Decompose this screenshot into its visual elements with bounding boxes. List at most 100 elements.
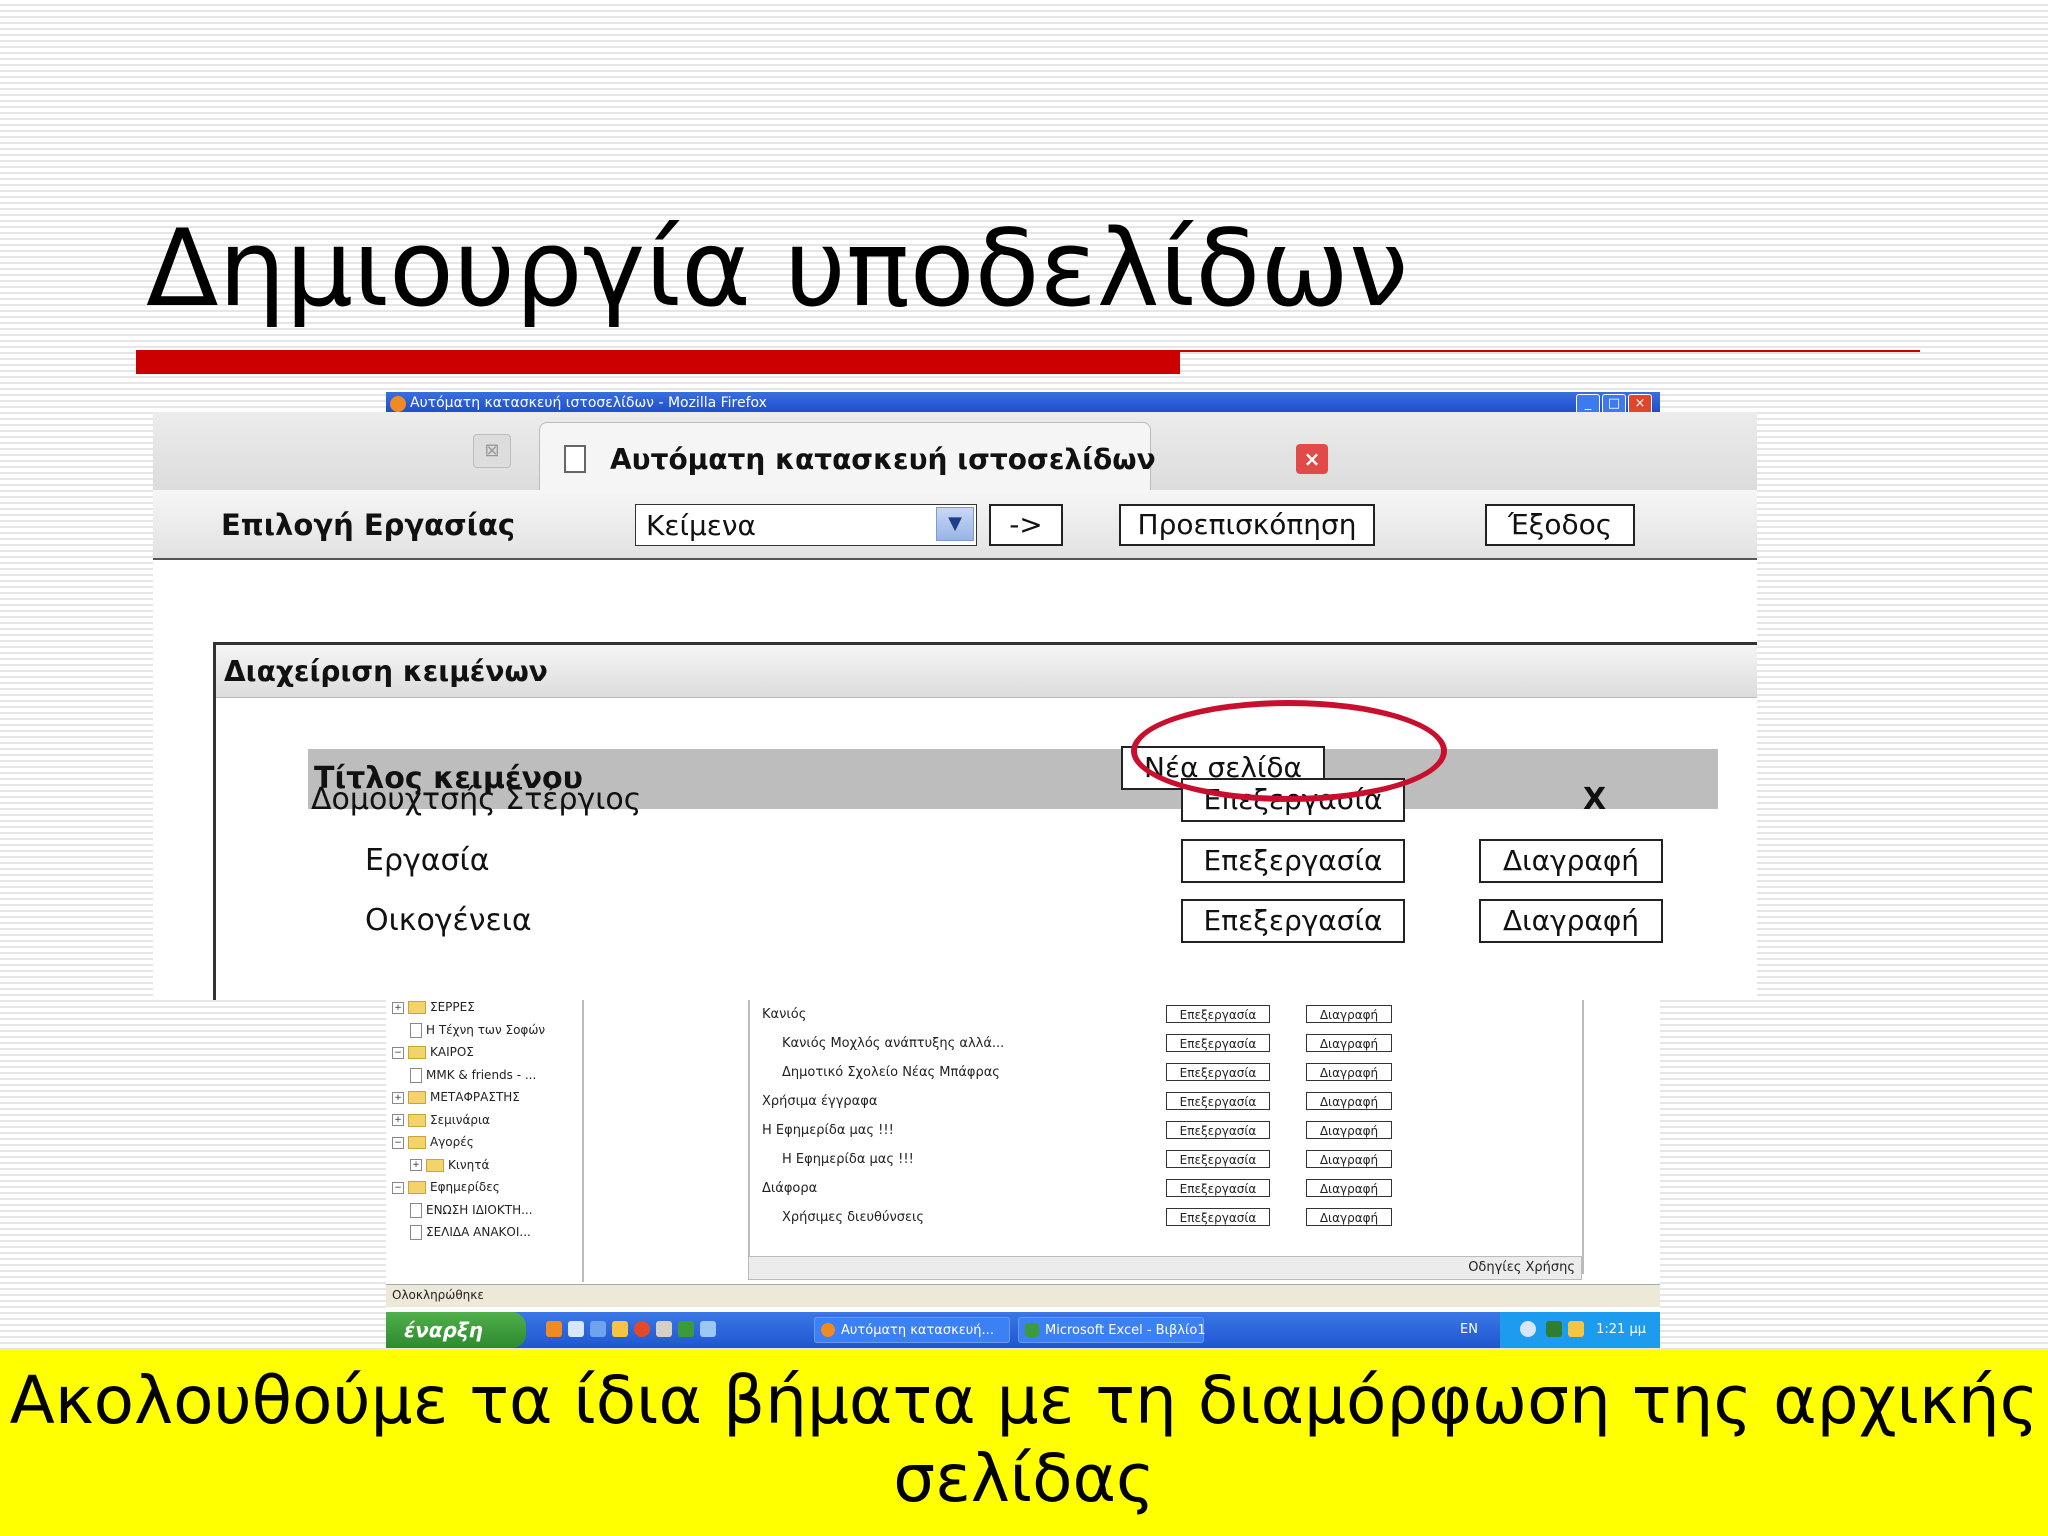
caption-band: Ακολουθούμε τα ίδια βήματα με τη διαμόρφ… (0, 1350, 2048, 1536)
tree-item[interactable]: + ΣΕΡΡΕΣ (392, 1000, 475, 1020)
delete-button[interactable]: Διαγραφή (1306, 1034, 1392, 1052)
page-icon (410, 1022, 422, 1038)
tab-active[interactable]: Αυτόματη κατασκευή ιστοσελίδων × (539, 422, 1328, 491)
firefox-icon (821, 1323, 835, 1337)
slide-caption: Ακολουθούμε τα ίδια βήματα με τη διαμόρφ… (9, 1362, 2039, 1517)
edit-button[interactable]: Επεξεργασία (1181, 839, 1405, 883)
folder-icon (408, 1136, 426, 1149)
edit-button[interactable]: Επεξεργασία (1181, 899, 1405, 943)
app-quicklaunch-icon[interactable] (634, 1321, 650, 1337)
collapse-icon[interactable]: − (392, 1136, 404, 1149)
task-select[interactable]: Κείμενα ▼ (635, 504, 977, 546)
text-management-panel: Διαχείριση κειμένων Τίτλος κειμένου (213, 642, 1757, 1000)
tree-item-label: Αγορές (430, 1135, 474, 1149)
tree-item[interactable]: + Κινητά (410, 1158, 489, 1178)
tab-scroll-icon[interactable]: ⊠ (473, 434, 511, 468)
list-item-title: Η Εφημερίδα μας !!! (762, 1123, 894, 1138)
tree-item[interactable]: MMK & friends - ... (410, 1067, 536, 1088)
language-indicator[interactable]: EN (1460, 1322, 1478, 1337)
edit-button[interactable]: Επεξεργασία (1166, 1150, 1270, 1168)
edit-button[interactable]: Επεξεργασία (1166, 1092, 1270, 1110)
delete-button[interactable]: Διαγραφή (1479, 899, 1663, 943)
tree-item-label: ΣΕΛΙΔΑ ΑΝΑΚΟΙ... (426, 1225, 531, 1239)
tree-item-label: Κινητά (448, 1157, 490, 1172)
help-link[interactable]: Οδηγίες Χρήσης (1468, 1260, 1575, 1275)
edit-button[interactable]: Επεξεργασία (1166, 1208, 1270, 1226)
text-row-title: Δομουχτσής Στέργιος (311, 782, 642, 817)
tool-quicklaunch-icon[interactable] (700, 1321, 716, 1337)
desktop-quicklaunch-icon[interactable] (678, 1321, 694, 1337)
tree-item[interactable]: Η Τέχνη των Σοφών (410, 1022, 546, 1043)
window-title: Αυτόματη κατασκευή ιστοσελίδων - Mozilla… (410, 395, 767, 411)
tree-item-label: Σεμινάρια (430, 1112, 490, 1127)
edit-button[interactable]: Επεξεργασία (1166, 1179, 1270, 1197)
list-item-title: Δημοτικό Σχολείο Νέας Μπάφρας (782, 1065, 1000, 1080)
ie-quicklaunch-icon[interactable] (590, 1321, 606, 1337)
site-tree: + ΣΕΡΡΕΣ Η Τέχνη των Σοφών − ΚΑΙΡΟΣ MMK & fri… (386, 992, 584, 1282)
delete-button[interactable]: Διαγραφή (1306, 1005, 1392, 1023)
list-item-title: Κανιός Μοχλός ανάπτυξης αλλά... (782, 1036, 1005, 1051)
panel-header-title: Διαχείριση κειμένων (224, 655, 548, 688)
media-quicklaunch-icon[interactable] (612, 1321, 628, 1337)
delete-button[interactable]: Διαγραφή (1479, 839, 1663, 883)
delete-button[interactable]: Διαγραφή (1306, 1063, 1392, 1081)
window-quicklaunch-icon[interactable] (656, 1321, 672, 1337)
expand-icon[interactable]: + (392, 1114, 404, 1126)
go-button[interactable]: -> (989, 504, 1063, 546)
taskbar-excel-button[interactable]: Microsoft Excel - Βιβλίο1 (1018, 1317, 1206, 1343)
list-item: Χρήσιμα έγγραφα Επεξεργασία Διαγραφή (750, 1091, 1570, 1113)
chevron-down-icon[interactable]: ▼ (936, 507, 974, 541)
list-item: Η Εφημερίδα μας !!! Επεξεργασία Διαγραφή (750, 1149, 1570, 1171)
preview-button[interactable]: Προεπισκόπηση (1119, 504, 1375, 546)
delete-button[interactable]: Διαγραφή (1306, 1179, 1392, 1197)
edit-button[interactable]: Επεξεργασία (1166, 1005, 1270, 1023)
start-button[interactable]: έναρξη (386, 1312, 526, 1348)
tree-item[interactable]: − Εφημερίδες (392, 1180, 500, 1200)
list-item: Δημοτικό Σχολείο Νέας Μπάφρας Επεξεργασία… (750, 1062, 1570, 1084)
taskbar-firefox-label: Αυτόματη κατασκευή... (841, 1323, 994, 1338)
tree-item-label: Η Τέχνη των Σοφών (426, 1022, 546, 1037)
delete-button[interactable]: Διαγραφή (1306, 1121, 1392, 1139)
tree-item[interactable]: + Σεμινάρια (392, 1113, 490, 1133)
title-underline-line (1180, 350, 1920, 352)
close-icon[interactable]: × (1296, 444, 1328, 474)
folder-icon (408, 1113, 426, 1127)
expand-icon[interactable]: + (392, 1001, 404, 1014)
delete-button[interactable]: Διαγραφή (1306, 1208, 1392, 1226)
collapse-icon[interactable]: − (392, 1181, 404, 1194)
firefox-quicklaunch-icon[interactable] (546, 1321, 562, 1337)
list-item: Κανιός Επεξεργασία Διαγραφή (750, 1004, 1570, 1026)
list-item: Κανιός Μοχλός ανάπτυξης αλλά... Επεξεργασ… (750, 1033, 1570, 1055)
chevron-left-icon[interactable] (1520, 1321, 1536, 1337)
network-icon[interactable] (1546, 1321, 1562, 1337)
edit-button[interactable]: Επεξεργασία (1166, 1121, 1270, 1139)
tree-item[interactable]: − ΚΑΙΡΟΣ (392, 1045, 474, 1065)
expand-icon[interactable]: + (410, 1159, 422, 1171)
collapse-icon[interactable]: − (392, 1046, 404, 1059)
delete-button[interactable]: Διαγραφή (1306, 1150, 1392, 1168)
folder-icon (408, 1181, 426, 1194)
edit-button[interactable]: Επεξεργασία (1166, 1034, 1270, 1052)
explorer-quicklaunch-icon[interactable] (568, 1321, 584, 1337)
taskbar-excel-label: Microsoft Excel - Βιβλίο1 (1045, 1323, 1206, 1338)
page-icon (564, 445, 586, 473)
tree-item[interactable]: ΣΕΛΙΔΑ ΑΝΑΚΟΙ... (410, 1225, 531, 1245)
small-text-list: Κανιός Επεξεργασία Διαγραφή Κανιός Μοχλός α… (748, 992, 1584, 1274)
tree-item[interactable]: ΕΝΩΣΗ ΙΔΙΟΚΤΗ... (410, 1202, 533, 1223)
edit-button[interactable]: Επεξεργασία (1166, 1063, 1270, 1081)
remove-x-button[interactable]: X (1583, 782, 1606, 817)
exit-button[interactable]: Έξοδος (1485, 504, 1635, 546)
list-item: Διάφορα Επεξεργασία Διαγραφή (750, 1178, 1570, 1200)
expand-icon[interactable]: + (392, 1091, 404, 1104)
tab-strip: ⊠ Αυτόματη κατασκευή ιστοσελίδων × (153, 412, 1757, 491)
tree-item-label: ΣΕΡΡΕΣ (430, 1000, 475, 1014)
tree-item-label: Εφημερίδες (430, 1180, 500, 1194)
delete-button[interactable]: Διαγραφή (1306, 1092, 1392, 1110)
system-tray: EN 1:21 μμ (1460, 1312, 1660, 1348)
taskbar-firefox-button[interactable]: Αυτόματη κατασκευή... (814, 1317, 1010, 1343)
volume-icon[interactable] (1568, 1321, 1584, 1337)
tree-item[interactable]: + ΜΕΤΑΦΡΑΣΤΗΣ (392, 1090, 520, 1110)
firefox-icon (390, 396, 406, 412)
tree-item[interactable]: − Αγορές (392, 1135, 474, 1155)
task-label: Επιλογή Εργασίας (221, 508, 516, 542)
